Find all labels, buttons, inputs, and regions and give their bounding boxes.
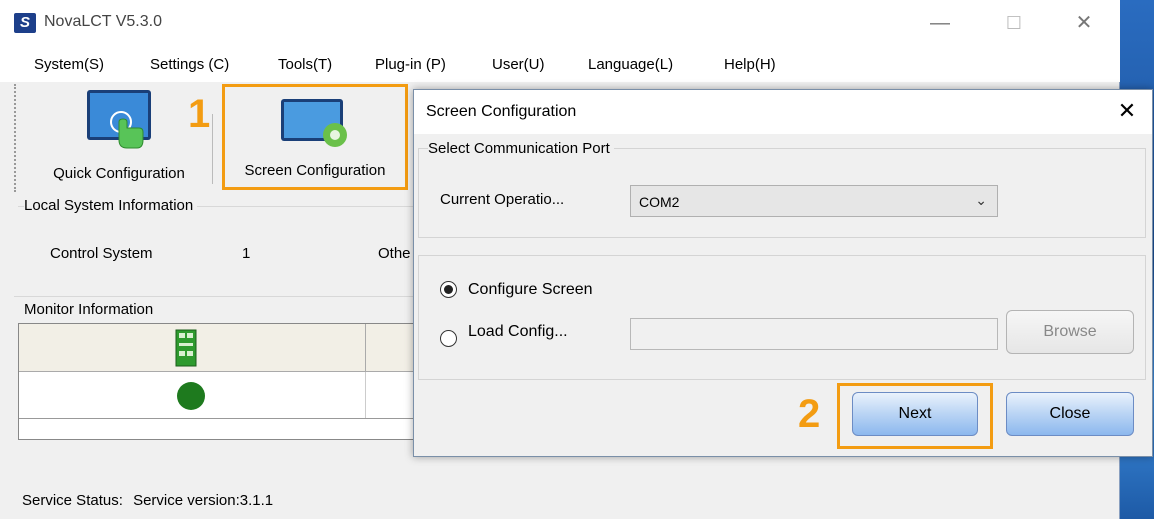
menubar: System(S) Settings (C) Tools(T) Plug-in … bbox=[0, 46, 1120, 82]
load-config-path-input[interactable] bbox=[630, 318, 998, 350]
quick-configuration-label: Quick Configuration bbox=[53, 165, 185, 182]
app-logo-icon: S bbox=[14, 13, 36, 33]
control-system-value: 1 bbox=[242, 245, 251, 262]
dialog-title: Screen Configuration bbox=[426, 103, 577, 120]
monitor-table bbox=[18, 323, 418, 440]
menu-settings[interactable]: Settings (C) bbox=[150, 56, 229, 73]
close-button[interactable]: Close bbox=[1006, 392, 1134, 436]
monitor-title: Monitor Information bbox=[24, 301, 158, 318]
port-group-title: Select Communication Port bbox=[428, 140, 614, 157]
network-device-icon bbox=[175, 329, 197, 367]
monitor-divider bbox=[14, 296, 414, 297]
step-2-marker: 2 bbox=[798, 392, 821, 436]
toolbar: Quick Configuration 1 Screen Configurati… bbox=[14, 84, 414, 192]
dialog-close-icon[interactable]: ✕ bbox=[1112, 98, 1142, 124]
screen-configuration-button[interactable]: Screen Configuration bbox=[222, 84, 408, 190]
minimize-button[interactable]: — bbox=[920, 8, 960, 38]
menu-language[interactable]: Language(L) bbox=[588, 56, 673, 73]
service-status-value: Service version:3.1.1 bbox=[133, 492, 274, 509]
main-titlebar: S NovaLCT V5.3.0 — ☐ ✕ bbox=[0, 0, 1120, 46]
screen-configuration-icon bbox=[281, 99, 347, 147]
local-system-title: Local System Information bbox=[24, 197, 198, 214]
maximize-button[interactable]: ☐ bbox=[994, 8, 1034, 38]
status-ok-icon bbox=[177, 382, 205, 410]
step-1-marker: 1 bbox=[188, 92, 211, 136]
toolbar-separator bbox=[212, 114, 214, 184]
quick-configuration-icon bbox=[87, 90, 151, 149]
other-label: Othe bbox=[378, 245, 411, 262]
screen-configuration-dialog: Screen Configuration ✕ Select Communicat… bbox=[413, 89, 1153, 457]
current-operation-select[interactable]: COM2 ⌄ bbox=[630, 185, 998, 217]
dialog-titlebar: Screen Configuration ✕ bbox=[414, 90, 1152, 134]
column-divider bbox=[365, 324, 366, 372]
app-title: NovaLCT V5.3.0 bbox=[44, 13, 162, 30]
browse-button[interactable]: Browse bbox=[1006, 310, 1134, 354]
menu-user[interactable]: User(U) bbox=[492, 56, 545, 73]
monitor-table-header bbox=[19, 324, 417, 372]
current-operation-value: COM2 bbox=[639, 194, 680, 210]
table-row-divider bbox=[19, 418, 417, 419]
screen-configuration-label: Screen Configuration bbox=[244, 162, 386, 179]
menu-help[interactable]: Help(H) bbox=[724, 56, 776, 73]
service-status-label: Service Status: bbox=[22, 492, 123, 509]
next-button[interactable]: Next bbox=[852, 392, 978, 436]
menu-plugin[interactable]: Plug-in (P) bbox=[375, 56, 446, 73]
close-window-button[interactable]: ✕ bbox=[1064, 8, 1104, 38]
menu-tools[interactable]: Tools(T) bbox=[278, 56, 332, 73]
column-divider bbox=[365, 372, 366, 418]
current-operation-label: Current Operatio... bbox=[440, 191, 565, 208]
load-config-label: Load Config... bbox=[468, 323, 568, 340]
chevron-down-icon: ⌄ bbox=[975, 192, 987, 208]
menu-system[interactable]: System(S) bbox=[34, 56, 104, 73]
configure-screen-radio[interactable] bbox=[440, 281, 457, 298]
quick-configuration-button[interactable]: Quick Configuration bbox=[26, 84, 212, 190]
status-bar: Service Status: Service version:3.1.1 bbox=[22, 492, 273, 509]
control-system-label: Control System bbox=[50, 245, 153, 262]
load-config-radio[interactable] bbox=[440, 330, 457, 347]
configure-screen-label: Configure Screen bbox=[468, 281, 593, 298]
